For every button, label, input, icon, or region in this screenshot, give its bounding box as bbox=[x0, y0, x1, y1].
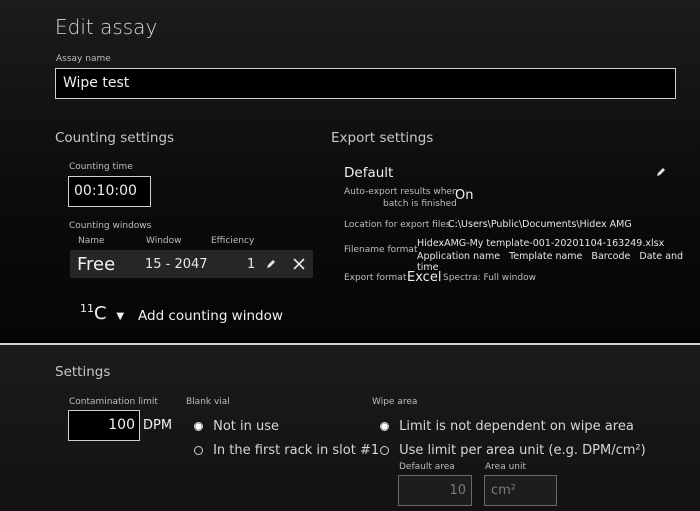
assay-name-value: Wipe test bbox=[63, 75, 130, 91]
contamination-limit-input[interactable]: 100 bbox=[68, 410, 140, 441]
wipe-area-option-label: Use limit per area unit (e.g. DPM/cm²) bbox=[399, 443, 646, 458]
counting-window-row[interactable]: Free 15 - 2047 1 bbox=[70, 250, 313, 278]
chevron-down-icon: ▼ bbox=[116, 311, 125, 322]
blank-vial-option-label: In the first rack in slot #1 bbox=[213, 443, 380, 458]
export-default-name: Default bbox=[344, 165, 394, 181]
radio-unselected-icon bbox=[194, 446, 203, 455]
export-location-value: C:\Users\Public\Documents\Hidex AMG bbox=[448, 219, 632, 230]
contamination-unit: DPM bbox=[143, 418, 173, 433]
wipe-area-label: Wipe area bbox=[372, 397, 418, 407]
settings-heading: Settings bbox=[55, 364, 111, 380]
blank-vial-option-label: Not in use bbox=[213, 419, 279, 434]
assay-name-input[interactable]: Wipe test bbox=[55, 68, 676, 99]
filename-part-template: Template name bbox=[509, 251, 583, 262]
export-format-value: Excel bbox=[407, 270, 442, 285]
auto-export-label-line1: Auto-export results when bbox=[344, 187, 458, 197]
export-format-label: Export format bbox=[344, 273, 407, 283]
filename-format-parts: Application name Template name Barcode D… bbox=[417, 251, 700, 273]
blank-vial-label: Blank vial bbox=[186, 397, 230, 407]
radio-unselected-icon bbox=[380, 446, 389, 455]
window-name: Free bbox=[77, 254, 116, 275]
radio-selected-icon bbox=[194, 422, 203, 431]
contamination-limit-label: Contamination limit bbox=[69, 397, 158, 407]
auto-export-value: On bbox=[455, 188, 474, 203]
contamination-limit-value: 100 bbox=[108, 417, 135, 433]
add-counting-window-button[interactable]: Add counting window bbox=[138, 308, 283, 324]
page-title: Edit assay bbox=[55, 15, 158, 39]
wipe-area-option-per-unit[interactable]: Use limit per area unit (e.g. DPM/cm²) bbox=[380, 440, 646, 459]
radio-selected-icon bbox=[380, 422, 389, 431]
area-unit-label: Area unit bbox=[485, 462, 527, 472]
blank-vial-option-first-rack[interactable]: In the first rack in slot #1 bbox=[194, 440, 379, 459]
window-efficiency: 1 bbox=[247, 257, 256, 272]
counting-time-value: 00:10:00 bbox=[74, 183, 137, 199]
window-range: 15 - 2047 bbox=[145, 257, 208, 272]
isotope-selector[interactable]: 11C ▼ bbox=[80, 302, 124, 324]
wipe-area-option-not-dependent[interactable]: Limit is not dependent on wipe area bbox=[380, 416, 634, 435]
column-header-window: Window bbox=[146, 236, 182, 246]
counting-time-input[interactable]: 00:10:00 bbox=[68, 176, 151, 207]
column-header-efficiency: Efficiency bbox=[211, 236, 255, 246]
default-area-input[interactable]: 10 bbox=[398, 475, 472, 506]
close-icon[interactable] bbox=[292, 257, 306, 271]
isotope-mass: 11 bbox=[80, 302, 94, 315]
export-location-label: Location for export files bbox=[344, 220, 451, 230]
default-area-value: 10 bbox=[449, 483, 466, 498]
filename-part-barcode: Barcode bbox=[591, 251, 631, 262]
assay-name-label: Assay name bbox=[56, 54, 111, 64]
default-area-label: Default area bbox=[399, 462, 455, 472]
counting-time-label: Counting time bbox=[69, 162, 133, 172]
blank-vial-option-not-in-use[interactable]: Not in use bbox=[194, 416, 279, 435]
filename-format-value: HidexAMG-My template-001-20201104-163249… bbox=[417, 238, 665, 249]
column-header-name: Name bbox=[78, 236, 105, 246]
filename-format-label: Filename format bbox=[344, 245, 418, 255]
auto-export-label-line2: batch is finished bbox=[383, 199, 457, 209]
pencil-icon[interactable] bbox=[265, 258, 277, 270]
isotope-symbol: C bbox=[94, 303, 107, 324]
filename-part-application: Application name bbox=[417, 251, 501, 262]
export-spectra: Spectra: Full window bbox=[443, 273, 536, 283]
export-settings-heading: Export settings bbox=[331, 130, 434, 146]
counting-windows-label: Counting windows bbox=[69, 221, 152, 231]
area-unit-value: cm² bbox=[491, 483, 517, 498]
area-unit-input[interactable]: cm² bbox=[484, 475, 557, 506]
counting-settings-heading: Counting settings bbox=[55, 130, 175, 146]
wipe-area-option-label: Limit is not dependent on wipe area bbox=[399, 419, 634, 434]
pencil-icon[interactable] bbox=[655, 166, 667, 178]
